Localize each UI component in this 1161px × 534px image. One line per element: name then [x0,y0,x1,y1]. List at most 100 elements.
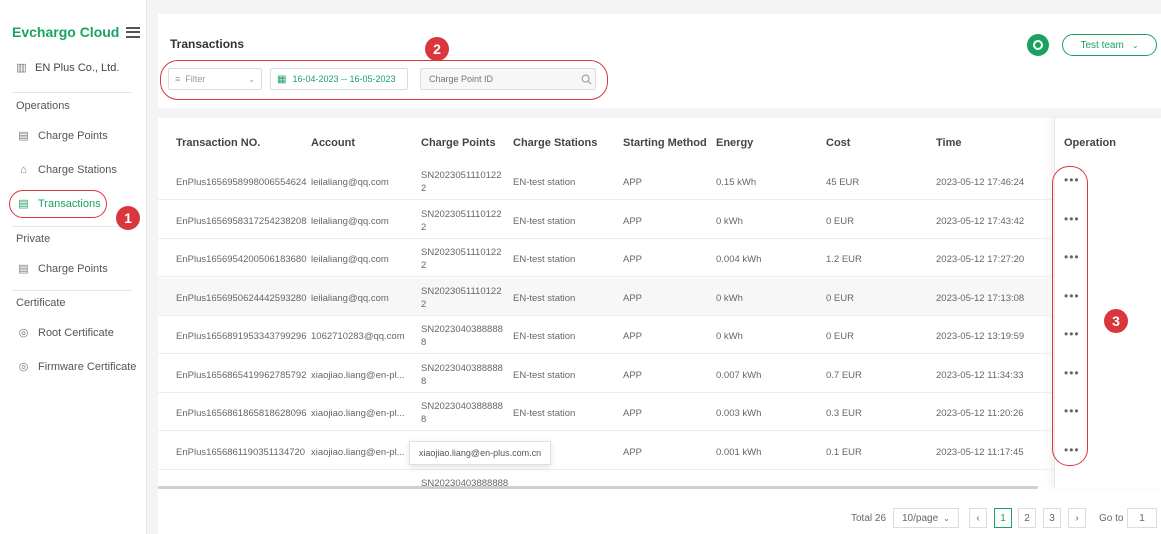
section-private: Private [16,233,51,245]
certificate-icon: ◎ [18,326,29,339]
cell-cost: 1.2 EUR [826,254,862,265]
chevron-down-icon: ⌄ [1131,40,1139,50]
cell-account: xiaojiao.liang@en-pl... [311,408,405,419]
more-actions-icon[interactable]: ••• [1064,404,1080,418]
cell-cost: 0.7 EUR [826,369,862,381]
sidebar-item-root-certificate[interactable]: ◎ Root Certificate [18,324,114,342]
divider [12,226,132,227]
cell-starting-method: APP [623,331,643,342]
cell-time: 2023-05-12 11:20:26 [936,408,1024,419]
cell-time: 2023-05-12 13:19:59 [936,331,1025,342]
cell-account: leilaliang@qq.com [311,215,389,227]
col-account: Account [311,137,355,149]
cell-energy: 0.15 kWh [716,177,757,188]
annotation-oval-transactions [9,190,107,218]
pagination-total: Total 26 [851,513,887,524]
cell-cost: 45 EUR [826,177,860,188]
cell-cost: 0 EUR [826,292,854,304]
section-operations: Operations [16,100,70,112]
annotation-badge-3: 3 [1104,309,1128,333]
cell-transaction-no: EnPlus1656891953343799296 [176,331,307,342]
cell-charge-point: SN20230403888888 [421,324,503,348]
cell-energy: 0 kWh [716,215,743,227]
account-tooltip: xiaojiao.liang@en-plus.com.cn [409,441,551,465]
section-certificate: Certificate [16,297,66,309]
cell-cost: 0 EUR [826,215,854,227]
more-actions-icon[interactable]: ••• [1064,173,1080,187]
charger-icon: ▤ [18,262,29,275]
cell-energy: 0 kWh [716,331,743,342]
sidebar-item-label: Charge Points [38,130,108,142]
cell-charge-point: SN20230403888888 [421,401,503,425]
col-transaction-no: Transaction NO. [176,137,261,149]
page-size-select[interactable]: 10/page ⌄ [893,508,959,528]
next-page-button[interactable]: › [1068,508,1086,528]
cell-energy: 0.003 kWh [716,408,762,419]
cell-energy: 0 kWh [716,292,743,304]
more-actions-icon[interactable]: ••• [1064,327,1080,341]
cell-starting-method: APP [623,215,643,227]
annotation-oval-filters [160,60,608,100]
cell-charge-point: SN20230511101222 [421,208,502,233]
col-charge-stations: Charge Stations [513,137,598,149]
horizontal-scrollbar[interactable] [158,486,1038,489]
cell-account: xiaojiao.liang@en-pl... [311,446,405,458]
col-cost: Cost [826,137,851,149]
team-name: Test team [1080,39,1124,51]
cell-charge-station: EN-test station [513,177,576,188]
cell-starting-method: APP [623,292,643,304]
sidebar-item-charge-points[interactable]: ▤ Charge Points [18,127,108,145]
cell-starting-method: APP [623,446,643,458]
cell-energy: 0.007 kWh [716,369,762,381]
cell-transaction-no: EnPlus1656865419962785792 [176,369,307,381]
cell-charge-point: SN20230511101222 [421,170,502,194]
more-actions-icon[interactable]: ••• [1064,366,1080,380]
hamburger-menu-icon[interactable] [126,26,140,38]
cell-transaction-no: EnPlus1656950624442593280 [176,292,307,304]
cell-account: xiaojiao.liang@en-pl... [311,369,405,381]
cell-account: leilaliang@qq.com [311,177,389,188]
cell-starting-method: APP [623,408,643,419]
sidebar-item-label: Charge Points [38,263,108,275]
cell-account: leilaliang@qq.com [311,292,389,304]
cell-starting-method: APP [623,177,643,188]
page-button-1[interactable]: 1 [994,508,1012,528]
cell-transaction-no: EnPlus1656861190351134720 [176,446,306,458]
more-actions-icon[interactable]: ••• [1064,212,1080,226]
more-actions-icon[interactable]: ••• [1064,289,1080,303]
more-actions-icon[interactable]: ••• [1064,443,1080,457]
avatar[interactable] [1027,34,1049,56]
cell-time: 2023-05-12 17:43:42 [936,215,1025,227]
logo: Evchargo Cloud [12,24,120,40]
chevron-down-icon: ⌄ [943,513,950,523]
page-button-2[interactable]: 2 [1018,508,1036,528]
cell-transaction-no: EnPlus1656861865818628096 [176,408,307,419]
company-selector[interactable]: ▥ EN Plus Co., Ltd. [16,62,119,74]
col-starting-method: Starting Method [623,137,707,149]
sidebar-item-label: Root Certificate [38,327,114,339]
home-icon: ⌂ [20,163,27,176]
sidebar-item-firmware-certificate[interactable]: ◎ Firmware Certificate [18,358,137,376]
prev-page-button[interactable]: ‹ [969,508,987,528]
more-actions-icon[interactable]: ••• [1064,250,1080,264]
annotation-badge-2: 2 [425,37,449,61]
page-button-3[interactable]: 3 [1043,508,1061,528]
sidebar-item-label: Charge Stations [38,164,117,176]
cell-transaction-no: EnPlus1656958317254238208 [176,215,307,227]
divider [12,92,132,93]
cell-cost: 0.3 EUR [826,408,862,419]
cell-account: leilaliang@qq.com [311,254,389,265]
goto-page-input[interactable]: 1 [1127,508,1157,528]
cell-charge-station: EN-test station [513,331,576,342]
sidebar-item-charge-stations[interactable]: ⌂ Charge Stations [18,161,117,179]
cell-cost: 0.1 EUR [826,446,862,458]
cell-account: 1062710283@qq.com [311,331,405,342]
team-selector[interactable]: Test team ⌄ [1062,34,1157,56]
sidebar: Evchargo Cloud ▥ EN Plus Co., Ltd. Opera… [0,0,147,534]
cell-time: 2023-05-12 17:27:20 [936,254,1025,265]
divider [12,290,132,291]
cell-charge-station: EN-test station [513,292,576,304]
page-size-value: 10/page [902,512,939,524]
sidebar-item-private-charge-points[interactable]: ▤ Charge Points [18,260,108,278]
cell-charge-station: EN-test station [513,254,576,265]
